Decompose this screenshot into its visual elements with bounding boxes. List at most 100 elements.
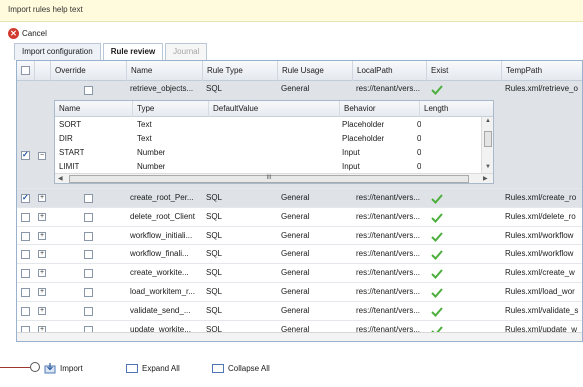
- table-row[interactable]: + workflow_finali... SQL General res://tenan…: [17, 245, 582, 265]
- sub-header-name[interactable]: Name: [55, 101, 133, 117]
- callout-pointer-line: [0, 367, 30, 368]
- table-row-expanded[interactable]: − retrieve_objects... SQL General res://…: [17, 81, 582, 189]
- override-checkbox[interactable]: [84, 86, 93, 95]
- expand-all-icon: [126, 363, 138, 373]
- import-icon: [44, 362, 56, 373]
- subgrid-horizontal-scrollbar[interactable]: ◀ III ▶: [55, 173, 493, 183]
- row-name: validate_send_...: [130, 305, 191, 315]
- scroll-right-arrow-icon[interactable]: ▶: [483, 175, 488, 182]
- collapse-all-button[interactable]: Collapse All: [212, 357, 270, 379]
- override-checkbox[interactable]: [84, 194, 93, 203]
- header-rule-type[interactable]: Rule Type: [203, 61, 278, 81]
- exist-check-icon: [431, 85, 443, 95]
- scroll-down-arrow-icon[interactable]: ▼: [485, 164, 491, 170]
- override-checkbox[interactable]: [84, 288, 93, 297]
- row-select-checkbox[interactable]: [21, 269, 30, 279]
- row-temp-path: Rules.xml/create_ro: [505, 193, 577, 202]
- table-row[interactable]: + create_root_Per... SQL General res://tenan…: [17, 189, 582, 208]
- row-select-checkbox[interactable]: [21, 150, 30, 160]
- select-all-checkbox[interactable]: [21, 66, 30, 75]
- cancel-icon: ✕: [8, 27, 19, 39]
- header-local-path[interactable]: LocalPath: [353, 61, 427, 81]
- import-button[interactable]: Import: [44, 357, 83, 379]
- row-rule-type: SQL: [206, 211, 223, 221]
- row-rule-usage: General: [281, 230, 310, 240]
- horizontal-scroll-thumb[interactable]: III: [69, 175, 469, 183]
- override-checkbox[interactable]: [84, 250, 93, 260]
- row-local-path: res://tenant/vers...: [356, 287, 421, 296]
- row-rule-type: SQL: [206, 230, 223, 240]
- tab-import-configuration[interactable]: Import configuration: [14, 43, 101, 60]
- sub-row-length: 0: [417, 162, 422, 171]
- row-name: create_root_Per...: [130, 193, 194, 202]
- rules-grid: Override Name Rule Type Rule Usage Local…: [16, 60, 583, 342]
- sub-row-behavior: Input: [342, 162, 360, 171]
- table-row[interactable]: + workflow_initiali... SQL General res://ten…: [17, 226, 582, 246]
- override-checkbox[interactable]: [84, 231, 93, 241]
- sub-header-length[interactable]: Length: [420, 101, 493, 117]
- exist-check-icon: [431, 269, 443, 280]
- header-override[interactable]: Override: [51, 61, 127, 81]
- header-select-cell: [17, 61, 35, 81]
- override-checkbox[interactable]: [84, 212, 93, 222]
- header-name[interactable]: Name: [127, 61, 203, 81]
- row-rule-usage: General: [281, 211, 310, 221]
- exist-check-icon: [431, 307, 443, 317]
- row-rule-usage: General: [281, 249, 310, 259]
- table-row[interactable]: + create_workite... SQL General res://tenant…: [17, 264, 582, 283]
- cancel-button[interactable]: ✕ Cancel: [8, 27, 47, 39]
- header-rule-usage[interactable]: Rule Usage: [278, 61, 353, 81]
- scroll-up-arrow-icon[interactable]: ▲: [485, 118, 491, 124]
- table-row[interactable]: + load_workitem_r... SQL General res://tenan…: [17, 283, 582, 302]
- row-select-checkbox[interactable]: [21, 193, 30, 203]
- row-local-path: res://tenant/vers...: [356, 211, 421, 221]
- expand-row-toggle[interactable]: +: [38, 194, 46, 202]
- sub-header-type[interactable]: Type: [133, 101, 209, 117]
- exist-check-icon: [431, 194, 443, 204]
- table-row[interactable]: + delete_root_Client SQL General res://tenan…: [17, 207, 582, 227]
- row-name: workflow_finali...: [130, 249, 189, 259]
- expand-row-toggle[interactable]: +: [38, 250, 46, 259]
- table-row[interactable]: + validate_send_... SQL General res://tenant…: [17, 301, 582, 321]
- collapse-all-icon: [212, 363, 224, 373]
- tab-rule-review[interactable]: Rule review: [102, 43, 164, 61]
- expand-row-toggle[interactable]: +: [38, 288, 46, 296]
- footer-toolbar: Import Expand All Collapse All: [0, 357, 583, 379]
- row-name: load_workitem_r...: [130, 287, 195, 296]
- expand-all-button[interactable]: Expand All: [126, 357, 180, 379]
- scroll-left-arrow-icon[interactable]: ◀: [58, 175, 63, 182]
- row-select-checkbox[interactable]: [21, 231, 30, 241]
- expand-row-toggle[interactable]: +: [38, 306, 46, 315]
- expand-row-toggle[interactable]: +: [38, 269, 46, 278]
- collapse-row-toggle[interactable]: −: [38, 152, 46, 160]
- tab-journal: Journal: [165, 43, 208, 60]
- help-text: Import rules help text: [8, 5, 83, 14]
- sub-header-behavior[interactable]: Behavior: [340, 101, 420, 117]
- grid-horizontal-scrollbar[interactable]: [17, 332, 582, 341]
- header-temp-path[interactable]: TempPath: [502, 61, 582, 81]
- expand-row-toggle[interactable]: +: [38, 231, 46, 240]
- expand-row-toggle[interactable]: +: [38, 212, 46, 221]
- import-label: Import: [60, 363, 83, 373]
- row-name: workflow_initiali...: [130, 230, 193, 240]
- override-checkbox[interactable]: [84, 269, 93, 279]
- row-rule-usage: General: [281, 305, 310, 315]
- row-temp-path: Rules.xml/delete_ro: [505, 211, 576, 221]
- sub-row-name: LIMIT: [59, 162, 80, 171]
- sub-header-default-value[interactable]: DefaultValue: [209, 101, 340, 117]
- sub-row-type: Number: [137, 162, 166, 171]
- override-checkbox[interactable]: [84, 306, 93, 316]
- row-rule-type: SQL: [206, 305, 223, 315]
- tab-bar: Import configuration Rule review Journal: [14, 43, 209, 61]
- vertical-scroll-thumb[interactable]: [484, 131, 492, 147]
- row-select-checkbox[interactable]: [21, 288, 30, 297]
- header-exist[interactable]: Exist: [427, 61, 502, 81]
- sub-table-row[interactable]: LIMIT Number Input 0: [55, 159, 481, 173]
- row-select-checkbox[interactable]: [21, 212, 30, 222]
- row-select-checkbox[interactable]: [21, 250, 30, 260]
- row-select-checkbox[interactable]: [21, 306, 30, 316]
- row-rule-type: SQL: [206, 287, 223, 296]
- subgrid-vertical-scrollbar[interactable]: ▲ ▼: [481, 117, 493, 173]
- row-local-path: res://tenant/vers...: [356, 305, 421, 315]
- cancel-label: Cancel: [22, 28, 47, 38]
